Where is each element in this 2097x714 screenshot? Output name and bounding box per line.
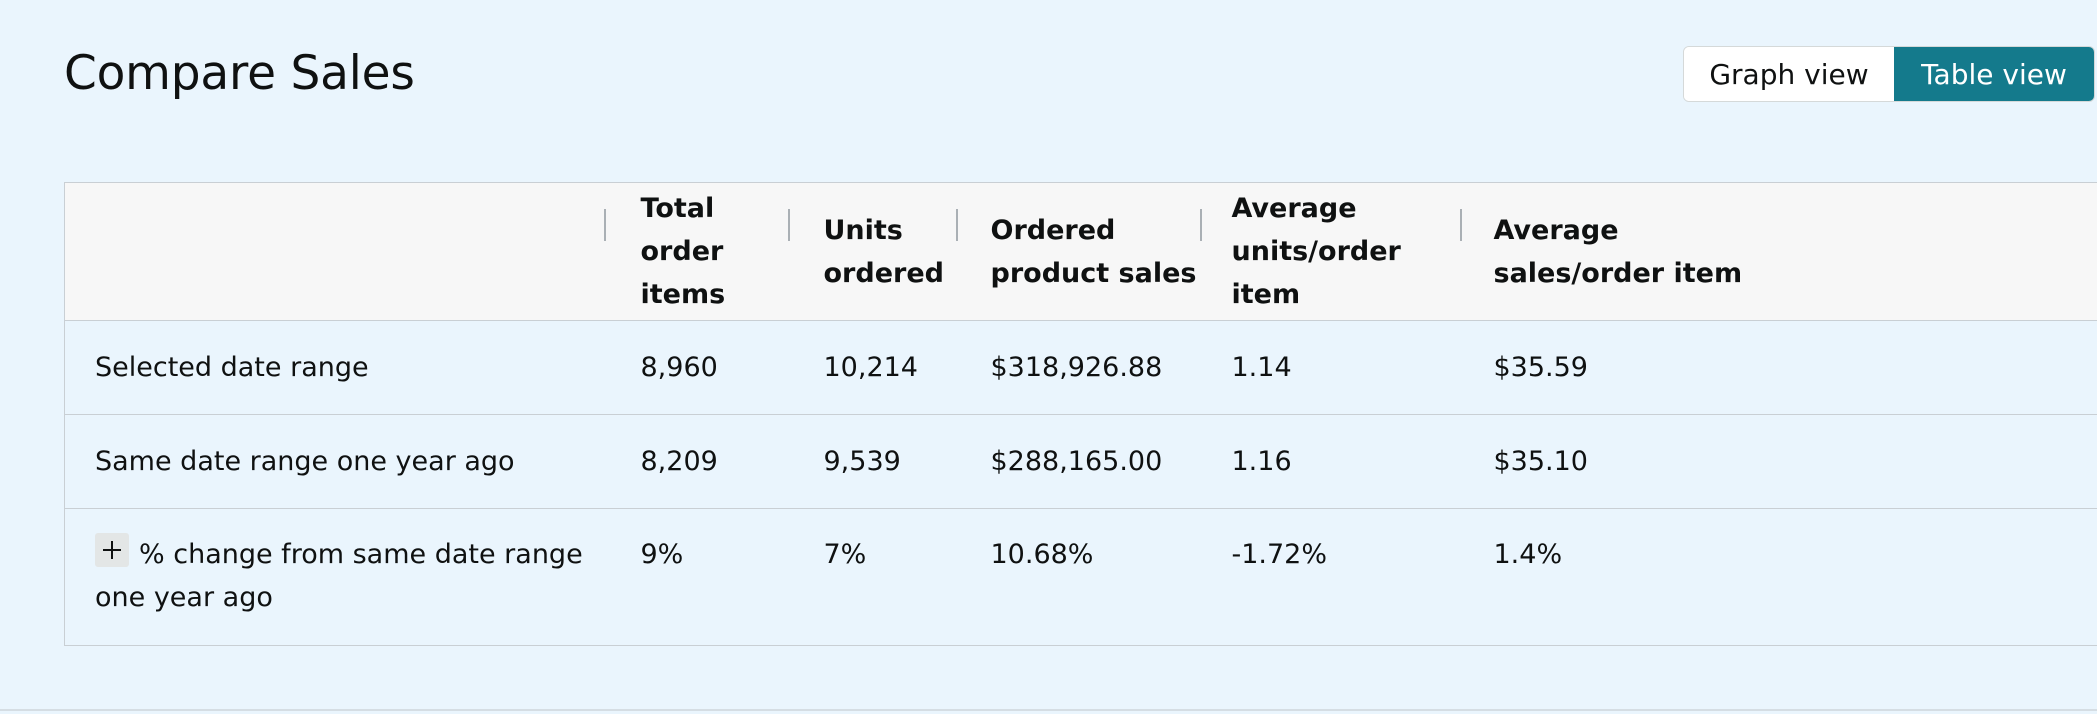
table-row-same-date-range-last-year: Same date range one year ago 8,209 9,539…	[64, 414, 2097, 509]
row-label: Same date range one year ago	[64, 414, 604, 509]
column-separator	[603, 209, 606, 241]
column-separator	[955, 209, 958, 241]
table-row-percent-change: % change from same date range one year a…	[64, 508, 2097, 646]
cell-units-ordered-change: 7%	[787, 508, 956, 646]
cell-ordered-product-sales-change: 10.68%	[955, 508, 1200, 646]
column-separator	[787, 209, 790, 241]
compare-sales-table: Total order items Units ordered Ordered …	[64, 182, 2097, 646]
cell-average-units-order-item: 1.16	[1199, 414, 1460, 509]
row-label-cell: % change from same date range one year a…	[64, 508, 604, 646]
column-header-units-ordered[interactable]: Units ordered	[787, 182, 956, 321]
row-label: Selected date range	[64, 320, 604, 415]
plus-icon[interactable]	[95, 533, 129, 567]
column-separator	[1459, 209, 1462, 241]
cell-total-order-items: 8,209	[603, 414, 788, 509]
cell-units-ordered: 10,214	[787, 320, 956, 415]
table-row-selected-date-range: Selected date range 8,960 10,214 $318,92…	[64, 320, 2097, 415]
row-label: % change from same date range one year a…	[95, 539, 583, 613]
cell-units-ordered: 9,539	[787, 414, 956, 509]
cell-average-units-order-item-change: -1.72%	[1199, 508, 1460, 646]
graph-view-button[interactable]: Graph view	[1684, 47, 1894, 101]
column-header-ordered-product-sales[interactable]: Ordered product sales	[955, 182, 1200, 321]
cell-average-sales-order-item-change: 1.4%	[1459, 508, 2097, 646]
cell-total-order-items-change: 9%	[603, 508, 788, 646]
cell-average-units-order-item: 1.14	[1199, 320, 1460, 415]
table-view-button[interactable]: Table view	[1893, 47, 2094, 101]
column-separator	[1199, 209, 1202, 241]
cell-ordered-product-sales: $318,926.88	[955, 320, 1200, 415]
column-header-average-units-order-item[interactable]: Average units/order item	[1199, 182, 1460, 321]
column-header-total-order-items[interactable]: Total order items	[603, 182, 788, 321]
view-toggle: Graph view Table view	[1683, 46, 2095, 102]
cell-average-sales-order-item: $35.59	[1459, 320, 2097, 415]
column-header-empty	[64, 182, 604, 321]
page-title: Compare Sales	[64, 46, 415, 101]
cell-ordered-product-sales: $288,165.00	[955, 414, 1200, 509]
section-divider	[0, 709, 2097, 711]
table-header-row: Total order items Units ordered Ordered …	[64, 182, 2097, 321]
column-header-average-sales-order-item[interactable]: Average sales/order item	[1459, 182, 2097, 321]
cell-average-sales-order-item: $35.10	[1459, 414, 2097, 509]
cell-total-order-items: 8,960	[603, 320, 788, 415]
